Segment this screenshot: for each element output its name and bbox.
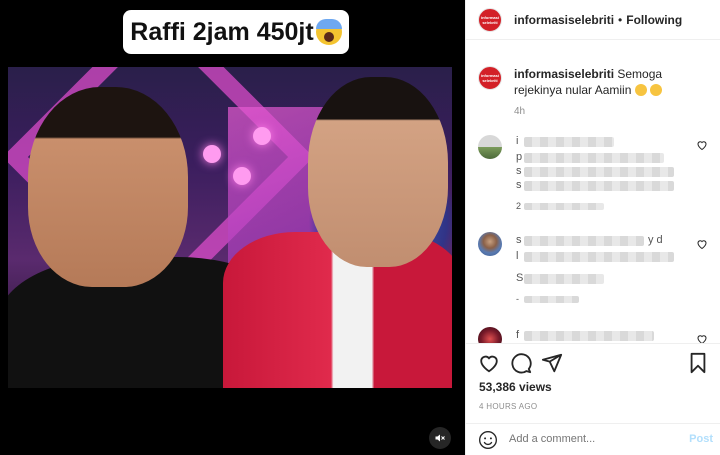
avatar-logo-text: informasi selebriti: [480, 73, 499, 83]
action-icons: [478, 352, 709, 376]
comment-text-fragment: s: [516, 179, 522, 191]
heart-icon[interactable]: [478, 352, 500, 374]
grin-emoji-icon: [650, 84, 663, 96]
stage-light: [203, 145, 221, 163]
comment-username[interactable]: f: [516, 329, 519, 341]
post-media[interactable]: Raffi 2jam 450jt: [0, 0, 465, 455]
separator-dot: •: [618, 12, 623, 27]
comment-text-fragment: S: [516, 272, 524, 284]
video-caption-text: Raffi 2jam 450jt: [130, 17, 314, 46]
person-right-head: [308, 77, 448, 267]
heart-icon[interactable]: [696, 238, 708, 250]
blurred-text: [524, 236, 644, 246]
post-header: informasi selebriti informasiselebriti •…: [466, 0, 720, 40]
comments-list[interactable]: informasi selebriti informasiselebriti S…: [466, 41, 720, 343]
heart-icon[interactable]: [696, 139, 708, 151]
blurred-text: [524, 181, 674, 191]
comment-item: s y d l S -: [478, 232, 708, 312]
blurred-text: [524, 252, 674, 262]
comment-avatar-icon[interactable]: [478, 135, 502, 159]
paper-plane-icon[interactable]: [541, 352, 563, 374]
avatar-logo-text: informasi selebriti: [480, 14, 499, 25]
views-count[interactable]: 53,386 views: [479, 380, 552, 394]
blurred-text: [524, 203, 604, 210]
comment-meta: -: [516, 294, 519, 304]
post-actions: 53,386 views 4 HOURS AGO Post: [466, 343, 720, 455]
comment-text-fragment: s: [516, 165, 522, 177]
post-comment-button[interactable]: Post: [689, 433, 713, 445]
comment-avatar-icon[interactable]: [478, 327, 502, 343]
speaker-muted-icon[interactable]: [429, 427, 451, 449]
video-caption-overlay: Raffi 2jam 450jt: [123, 10, 349, 54]
add-comment-bar: Post: [466, 423, 720, 455]
grimace-emoji-icon: [634, 84, 647, 96]
following-button[interactable]: Following: [626, 13, 682, 27]
comment-item: f: [478, 327, 708, 343]
comment-text-fragment: y d: [648, 234, 663, 246]
stage-light: [233, 167, 251, 185]
heart-icon[interactable]: [696, 333, 708, 343]
post-sidebar: informasi selebriti informasiselebriti •…: [465, 0, 720, 455]
caption-row: informasi selebriti informasiselebriti S…: [466, 41, 720, 98]
comment-text-fragment: p: [516, 151, 523, 163]
blurred-text: [524, 331, 654, 341]
blurred-text: [524, 137, 614, 147]
comment-avatar-icon[interactable]: [478, 232, 502, 256]
scream-emoji-icon: [315, 19, 342, 45]
post-username[interactable]: informasiselebriti: [514, 13, 614, 27]
blurred-text: [524, 153, 664, 163]
blurred-text: [524, 296, 579, 303]
smiley-icon[interactable]: [478, 430, 498, 450]
caption-text-block: informasiselebriti Semoga rejekinya nula…: [514, 66, 704, 98]
caption-username[interactable]: informasiselebriti: [514, 67, 614, 81]
comment-username[interactable]: s: [516, 234, 522, 246]
comment-item: i p s s 2: [478, 135, 708, 215]
person-left-head: [28, 87, 188, 287]
add-comment-input[interactable]: [509, 433, 679, 445]
blurred-text: [524, 167, 674, 177]
avatar[interactable]: informasi selebriti: [478, 7, 502, 32]
bookmark-icon[interactable]: [687, 352, 709, 374]
avatar[interactable]: informasi selebriti: [478, 66, 502, 90]
stage-light: [253, 127, 271, 145]
post-timestamp[interactable]: 4 HOURS AGO: [479, 402, 537, 411]
comment-bubble-icon[interactable]: [510, 352, 532, 374]
blurred-text: [524, 274, 604, 284]
comment-text-fragment: l: [516, 250, 519, 262]
caption-time: 4h: [514, 106, 526, 117]
comment-username[interactable]: i: [516, 135, 518, 147]
comment-meta: 2: [516, 201, 522, 211]
video-frame[interactable]: [8, 67, 452, 388]
